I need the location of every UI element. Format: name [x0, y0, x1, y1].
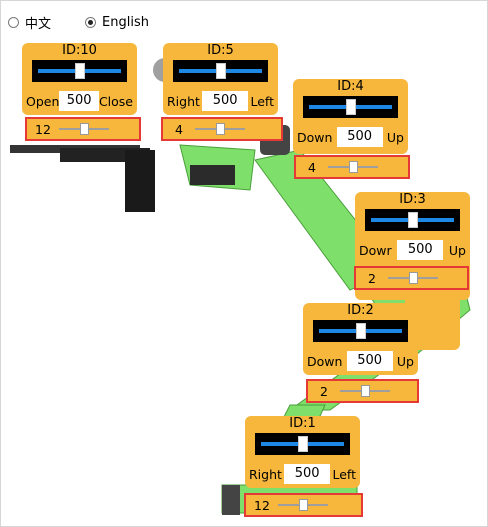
position-slider[interactable] — [303, 96, 398, 118]
direction-right-label: Close — [98, 93, 133, 109]
position-slider-knob[interactable] — [298, 436, 308, 452]
position-slider-knob[interactable] — [216, 63, 226, 79]
position-value-input[interactable]: 500 — [202, 91, 249, 111]
position-value-input[interactable]: 500 — [346, 351, 393, 371]
direction-right-label: Left — [332, 466, 356, 482]
direction-right-label: Up — [448, 242, 466, 258]
direction-left-label: Right — [167, 93, 200, 109]
speed-control-3: 2 — [354, 266, 469, 290]
speed-value: 4 — [175, 121, 183, 137]
position-slider-knob[interactable] — [356, 323, 366, 339]
servo-id-label: ID:3 — [399, 192, 426, 207]
servo-id-label: ID:2 — [347, 303, 374, 318]
servo-panel-3: ID:3 Dowr 500 Up — [355, 192, 470, 264]
position-slider[interactable] — [173, 60, 268, 82]
servo-id-label: ID:5 — [207, 43, 234, 58]
speed-control-1: 12 — [244, 493, 363, 517]
position-value-input[interactable]: 500 — [284, 464, 331, 484]
direction-left-label: Down — [297, 129, 333, 145]
speed-slider[interactable] — [278, 499, 328, 511]
direction-left-label: Dowr — [359, 242, 392, 258]
direction-left-label: Right — [249, 466, 282, 482]
speed-control-10: 12 — [25, 117, 141, 141]
direction-left-label: Down — [307, 353, 343, 369]
position-slider[interactable] — [365, 209, 460, 231]
speed-value: 12 — [254, 497, 270, 513]
position-slider-knob[interactable] — [75, 63, 85, 79]
direction-right-label: Up — [396, 353, 414, 369]
speed-value: 12 — [35, 121, 51, 137]
position-slider-knob[interactable] — [408, 212, 418, 228]
speed-slider[interactable] — [340, 385, 390, 397]
position-slider[interactable] — [313, 320, 408, 342]
servo-panel-1: ID:1 Right 500 Left — [245, 416, 360, 488]
speed-slider[interactable] — [328, 161, 378, 173]
direction-left-label: Open — [26, 93, 60, 109]
position-slider-knob[interactable] — [346, 99, 356, 115]
speed-control-4: 4 — [294, 155, 410, 179]
servo-panel-10: ID:10 Open 500 Close — [22, 43, 137, 115]
servo-panel-4: ID:4 Down 500 Up — [293, 79, 408, 154]
servo-id-label: ID:1 — [289, 416, 316, 431]
speed-value: 4 — [308, 159, 316, 175]
direction-right-label: Left — [250, 93, 274, 109]
servo-panel-5: ID:5 Right 500 Left — [163, 43, 278, 115]
servo-id-label: ID:4 — [337, 79, 364, 94]
servo-panel-2: ID:2 Down 500 Up — [303, 303, 418, 375]
servo-id-label: ID:10 — [62, 43, 97, 58]
position-value-input[interactable]: 500 — [397, 240, 444, 260]
speed-slider[interactable] — [388, 272, 438, 284]
speed-value: 2 — [320, 383, 328, 399]
position-slider[interactable] — [255, 433, 350, 455]
speed-slider[interactable] — [59, 123, 109, 135]
direction-right-label: Up — [386, 129, 404, 145]
speed-control-5: 4 — [161, 117, 283, 141]
speed-control-2: 2 — [306, 379, 419, 403]
speed-slider[interactable] — [195, 123, 245, 135]
position-value-input[interactable]: 500 — [336, 127, 383, 147]
position-slider[interactable] — [32, 60, 127, 82]
position-value-input[interactable]: 500 — [59, 91, 99, 111]
speed-value: 2 — [368, 270, 376, 286]
